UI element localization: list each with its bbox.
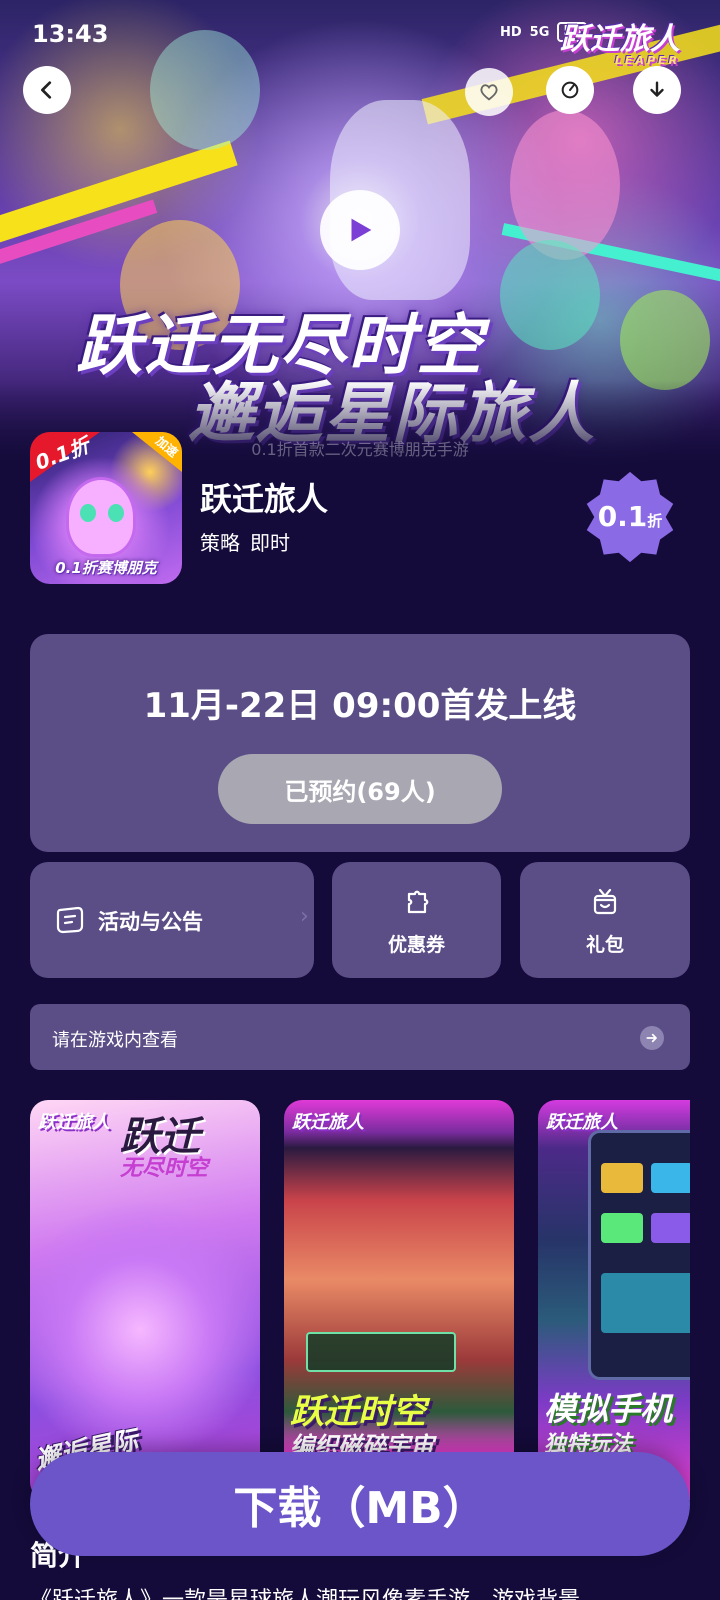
phone-app-tile — [651, 1213, 690, 1243]
phone-app-tile — [601, 1163, 643, 1193]
speed-button[interactable] — [546, 66, 594, 114]
coupon-icon — [407, 890, 428, 914]
coupon-label: 优惠券 — [387, 934, 445, 956]
release-date: 11月-22日 09:00首发上线 — [143, 686, 577, 726]
play-video-button[interactable] — [320, 190, 400, 270]
release-card: 11月-22日 09:00首发上线 已预约(69人) — [30, 634, 690, 852]
gift-icon — [593, 888, 617, 915]
notice-text: 请在游戏内查看 — [52, 1030, 178, 1051]
download-manager-button[interactable] — [633, 66, 681, 114]
app-tag: 策略 — [200, 531, 240, 555]
screenshot-item[interactable]: 跃迁旅人 跃迁 无尽时空 邂逅星际 — [30, 1100, 260, 1500]
app-tags: 策略 即时 — [200, 527, 290, 556]
play-icon — [351, 218, 372, 242]
gift-pack-button[interactable]: 礼包 — [520, 862, 690, 978]
notice-bar[interactable]: 请在游戏内查看 — [30, 1004, 690, 1070]
hero-banner[interactable]: 跃迁无尽时空 邂逅星际旅人 0.1折首款二次元赛博朋克手游 — [0, 0, 720, 470]
intro-text: 《跃迁旅人》一款是星球旅人潮玩风像素手游，游戏背景 — [30, 1582, 690, 1600]
screenshot-logo: 跃迁旅人 — [292, 1112, 364, 1133]
phone-app-tile — [651, 1163, 690, 1193]
arrow-right-icon — [640, 1026, 664, 1050]
status-bar: 13:43 HD 5G 58 跃迁旅人 LEAPER — [0, 0, 720, 67]
discount-unit: 折 — [647, 512, 663, 530]
download-arrow-icon — [650, 81, 664, 97]
app-icon: 0.1折 加速 0.1折赛博朋克 — [30, 432, 182, 584]
heart-add-icon — [480, 84, 498, 101]
discount-value: 0.1折 — [583, 500, 677, 533]
chevron-left-icon — [41, 81, 52, 99]
screenshot-caption: 模拟手机 — [544, 1390, 673, 1428]
screenshot-caption: 无尽时空 — [120, 1156, 209, 1181]
game-logo: 跃迁旅人 LEAPER — [560, 14, 680, 67]
announcement-icon — [56, 906, 84, 934]
coupon-button[interactable]: 优惠券 — [332, 862, 501, 978]
discount-number: 0.1 — [597, 500, 648, 533]
download-button[interactable]: 下载（MB） — [30, 1452, 690, 1556]
phone-app-tile — [601, 1273, 690, 1333]
icon-character-eye — [108, 504, 124, 522]
discount-badge: 0.1折 — [583, 470, 677, 564]
phone-app-tile — [601, 1213, 643, 1243]
gift-label: 礼包 — [585, 934, 624, 956]
icon-character-eye — [80, 504, 96, 522]
screenshot-phone-mockup — [588, 1130, 690, 1380]
app-tag: 即时 — [250, 531, 290, 555]
hero-character — [500, 240, 600, 350]
screenshot-carousel[interactable]: 跃迁旅人 跃迁 无尽时空 邂逅星际 跃迁旅人 跃迁时空 编织磁碎宇宙 跃迁旅人 … — [30, 1100, 690, 1500]
screenshot-logo: 跃迁旅人 — [38, 1112, 110, 1133]
screenshot-item[interactable]: 跃迁旅人 跃迁时空 编织磁碎宇宙 — [284, 1100, 514, 1500]
icon-character — [66, 477, 136, 557]
activity-announcement-button[interactable]: 活动与公告 › — [30, 862, 314, 978]
back-button[interactable] — [23, 66, 71, 114]
screenshot-item[interactable]: 跃迁旅人 模拟手机 独特玩法 — [538, 1100, 690, 1500]
hero-character — [510, 110, 620, 260]
app-name: 跃迁旅人 — [200, 480, 329, 518]
hero-character — [620, 290, 710, 390]
reserved-button[interactable]: 已预约(69人) — [218, 754, 502, 824]
activity-label: 活动与公告 — [98, 910, 203, 934]
screenshot-dialog-box — [306, 1332, 456, 1372]
speedometer-icon — [561, 81, 579, 99]
status-time: 13:43 — [32, 20, 109, 48]
chevron-right-icon: › — [300, 904, 309, 929]
favorite-button[interactable] — [465, 68, 513, 116]
signal-5g-icon: 5G — [529, 24, 550, 40]
icon-caption: 0.1折赛博朋克 — [55, 559, 157, 577]
hd-icon: HD — [500, 24, 522, 40]
game-logo-text: 跃迁旅人 — [560, 22, 680, 57]
